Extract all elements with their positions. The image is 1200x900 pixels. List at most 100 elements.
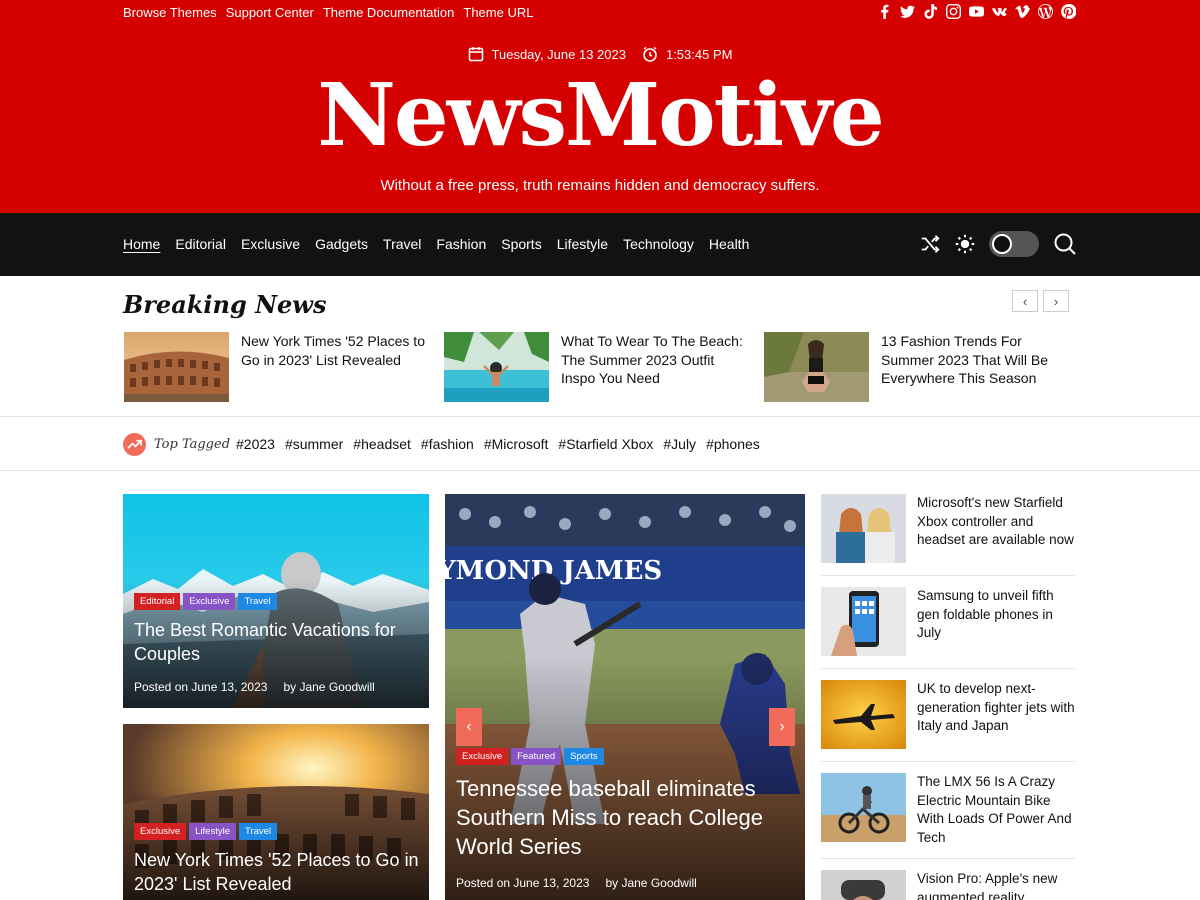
post-title[interactable]: The Best Romantic Vacations for Couples (134, 618, 424, 666)
beach-thumbnail (444, 332, 549, 402)
nav-item-editorial[interactable]: Editorial (175, 236, 226, 252)
breaking-item-title[interactable]: What To Wear To The Beach: The Summer 20… (561, 332, 751, 402)
divider (0, 416, 1200, 417)
divider (821, 761, 1075, 762)
vk-icon[interactable] (992, 4, 1007, 19)
shuffle-icon[interactable] (919, 233, 941, 255)
toggle-knob (992, 234, 1012, 254)
site-header: Browse Themes Support Center Theme Docum… (0, 0, 1200, 213)
nav-item-travel[interactable]: Travel (383, 236, 421, 252)
category-badge[interactable]: Sports (564, 748, 604, 765)
social-links (877, 4, 1076, 19)
side-list-item[interactable]: UK to develop next-generation fighter je… (821, 680, 1075, 749)
nav-item-sports[interactable]: Sports (501, 236, 541, 252)
featured-post-title[interactable]: Tennessee baseball eliminates Southern M… (456, 774, 776, 861)
tag-link[interactable]: #July (663, 436, 696, 452)
theme-documentation-link[interactable]: Theme Documentation (323, 5, 455, 20)
divider (821, 668, 1075, 669)
tag-link[interactable]: #Starfield Xbox (558, 436, 653, 452)
side-list-title[interactable]: The LMX 56 Is A Crazy Electric Mountain … (917, 773, 1075, 847)
side-list-title[interactable]: UK to develop next-generation fighter je… (917, 680, 1075, 749)
tag-list: #2023 #summer #headset #fashion #Microso… (236, 436, 760, 452)
calendar-icon (468, 47, 483, 62)
youtube-icon[interactable] (969, 4, 984, 19)
prev-arrow-icon[interactable]: ‹ (1012, 290, 1038, 312)
facebook-icon[interactable] (877, 4, 892, 19)
tag-link[interactable]: #headset (353, 436, 411, 452)
top-tagged-label: Top Tagged (123, 433, 230, 456)
tag-link[interactable]: #Microsoft (484, 436, 549, 452)
top-tagged-text: Top Tagged (154, 437, 231, 452)
wordpress-icon[interactable] (1038, 4, 1053, 19)
category-badge[interactable]: Exclusive (183, 593, 236, 610)
category-badge[interactable]: Editorial (134, 593, 181, 610)
clock-icon (643, 46, 657, 62)
breaking-item-title[interactable]: 13 Fashion Trends For Summer 2023 That W… (881, 332, 1071, 402)
instagram-icon[interactable] (946, 4, 961, 19)
slider-prev-icon[interactable]: ‹ (456, 708, 482, 746)
twitter-icon[interactable] (900, 4, 915, 19)
category-badges: Exclusive Lifestyle Travel (134, 823, 278, 840)
tag-link[interactable]: #fashion (421, 436, 474, 452)
category-badge[interactable]: Featured (511, 748, 562, 765)
post-author[interactable]: by Jane Goodwill (605, 876, 696, 890)
side-list-title[interactable]: Samsung to unveil fifth gen foldable pho… (917, 587, 1075, 656)
category-badge[interactable]: Travel (238, 823, 278, 840)
divider (0, 470, 1200, 471)
side-list-title[interactable]: Microsoft's new Starfield Xbox controlle… (917, 494, 1075, 563)
current-date: Tuesday, June 13 2023 (491, 46, 626, 62)
vr-headset-thumbnail (821, 870, 906, 900)
nav-item-technology[interactable]: Technology (623, 236, 694, 252)
category-badge[interactable]: Travel (238, 593, 277, 610)
nav-item-home[interactable]: Home (123, 236, 160, 252)
site-title[interactable]: NewsMotive (0, 66, 1200, 166)
theme-url-link[interactable]: Theme URL (463, 5, 533, 20)
dark-mode-toggle[interactable] (989, 231, 1039, 257)
side-list-item[interactable]: The LMX 56 Is A Crazy Electric Mountain … (821, 773, 1075, 847)
category-badge[interactable]: Exclusive (456, 748, 509, 765)
vimeo-icon[interactable] (1015, 4, 1030, 19)
support-center-link[interactable]: Support Center (226, 5, 314, 20)
nav-item-fashion[interactable]: Fashion (436, 236, 486, 252)
category-badge[interactable]: Exclusive (134, 823, 187, 840)
nav-item-health[interactable]: Health (709, 236, 749, 252)
side-list-title[interactable]: Vision Pro: Apple's new augmented realit… (917, 870, 1075, 900)
breaking-item[interactable]: New York Times '52 Places to Go in 2023'… (124, 332, 431, 402)
nav-item-lifestyle[interactable]: Lifestyle (557, 236, 608, 252)
trending-icon (123, 433, 146, 456)
breaking-item[interactable]: 13 Fashion Trends For Summer 2023 That W… (764, 332, 1071, 402)
colosseum-thumbnail (124, 332, 229, 402)
side-list-item[interactable]: Samsung to unveil fifth gen foldable pho… (821, 587, 1075, 656)
category-badges: Exclusive Featured Sports (456, 748, 604, 765)
main-navigation: Home Editorial Exclusive Gadgets Travel … (0, 213, 1200, 276)
browse-themes-link[interactable]: Browse Themes (123, 5, 217, 20)
side-list-item[interactable]: Microsoft's new Starfield Xbox controlle… (821, 494, 1075, 563)
post-card[interactable]: Editorial Exclusive Travel The Best Roma… (123, 494, 429, 708)
breaking-item[interactable]: What To Wear To The Beach: The Summer 20… (444, 332, 751, 402)
side-list-item[interactable]: Vision Pro: Apple's new augmented realit… (821, 870, 1075, 900)
featured-post-slider[interactable]: YMOND JAMES ‹ › Exclusive Featured Sport… (445, 494, 805, 900)
post-title[interactable]: New York Times '52 Places to Go in 2023'… (134, 848, 424, 896)
nav-item-exclusive[interactable]: Exclusive (241, 236, 300, 252)
nav-item-gadgets[interactable]: Gadgets (315, 236, 368, 252)
category-badge[interactable]: Lifestyle (189, 823, 236, 840)
post-meta: Posted on June 13, 2023 by Jane Goodwill (134, 680, 375, 694)
next-arrow-icon[interactable]: › (1043, 290, 1069, 312)
tiktok-icon[interactable] (923, 4, 938, 19)
category-badges: Editorial Exclusive Travel (134, 593, 277, 610)
post-author[interactable]: by Jane Goodwill (283, 680, 374, 694)
tag-link[interactable]: #phones (706, 436, 760, 452)
search-icon[interactable] (1053, 232, 1077, 256)
post-date: Posted on June 13, 2023 (134, 680, 268, 694)
tag-link[interactable]: #2023 (236, 436, 275, 452)
top-links: Browse Themes Support Center Theme Docum… (123, 5, 533, 20)
current-time: 1:53:45 PM (665, 46, 733, 62)
breaking-item-title[interactable]: New York Times '52 Places to Go in 2023'… (241, 332, 431, 402)
gamers-thumbnail (821, 494, 906, 563)
post-card[interactable]: Exclusive Lifestyle Travel New York Time… (123, 724, 429, 900)
slider-next-icon[interactable]: › (769, 708, 795, 746)
sun-icon (955, 234, 975, 254)
date-time-bar: Tuesday, June 13 2023 1:53:45 PM (0, 46, 1200, 62)
tag-link[interactable]: #summer (285, 436, 343, 452)
pinterest-icon[interactable] (1061, 4, 1076, 19)
